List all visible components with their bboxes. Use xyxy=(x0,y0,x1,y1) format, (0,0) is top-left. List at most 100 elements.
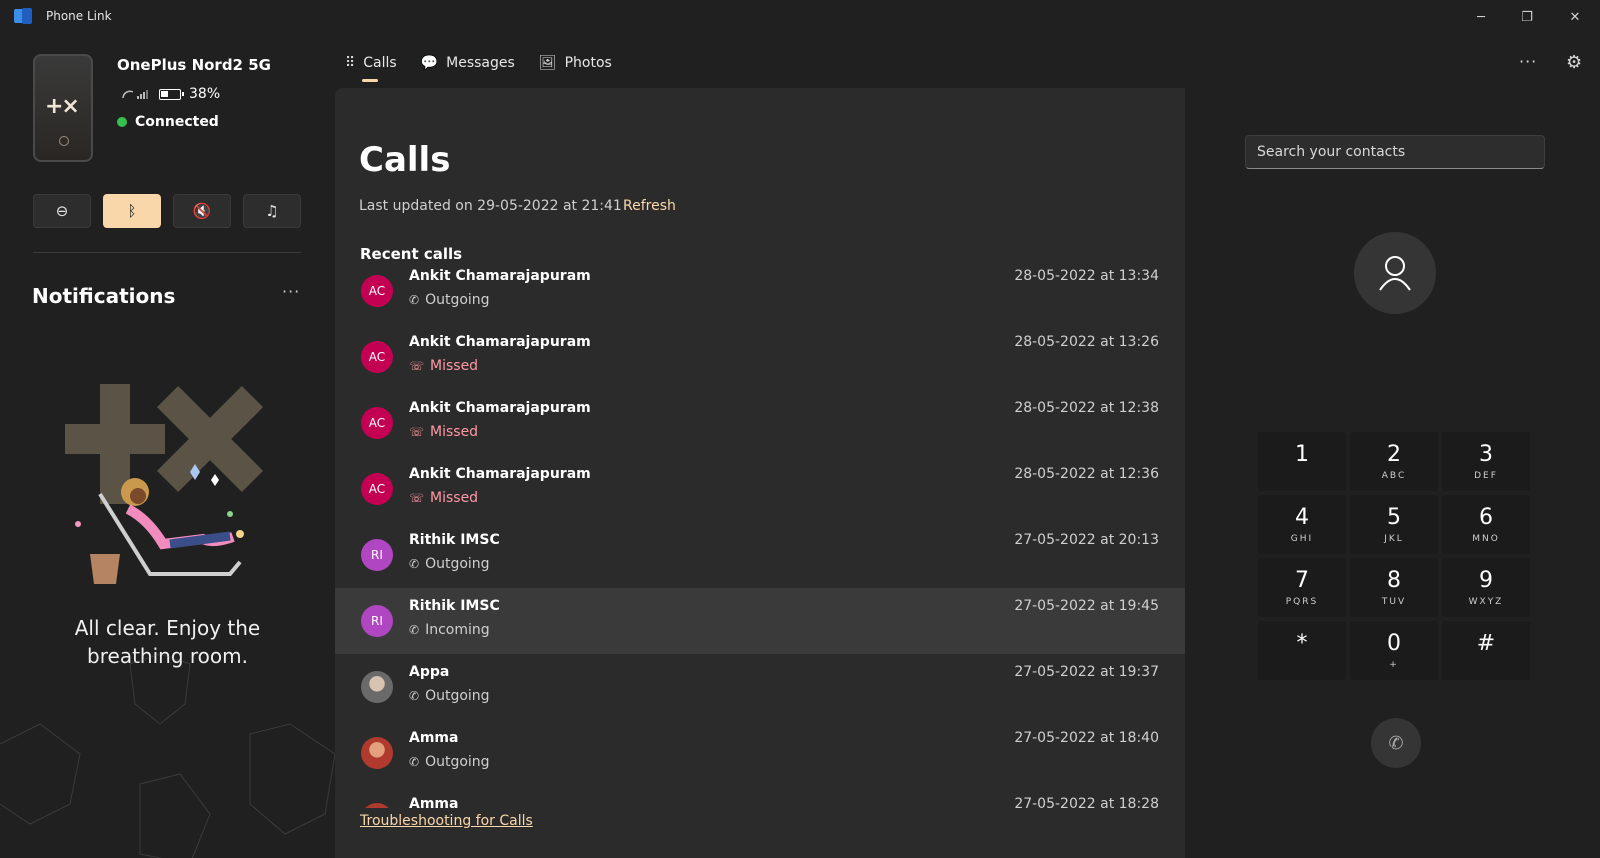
person-icon xyxy=(1379,256,1411,291)
call-contact-name: Ankit Chamarajapuram xyxy=(409,466,591,482)
dial-key[interactable]: 3 DEF xyxy=(1442,432,1530,491)
dial-key-letters: GHI xyxy=(1290,533,1314,544)
photo-icon: 🖼 xyxy=(538,55,557,71)
chat-icon: 💬 xyxy=(420,55,439,71)
call-type-label: Outgoing xyxy=(425,754,490,770)
call-row[interactable]: RI Rithik IMSC ✆ Outgoing 27-05-2022 at 20:1… xyxy=(335,522,1185,588)
do-not-disturb-button[interactable]: ⊖ xyxy=(33,194,91,228)
troubleshooting-link[interactable]: Troubleshooting for Calls xyxy=(360,813,533,829)
dial-key[interactable]: * xyxy=(1258,621,1346,680)
notifications-more-button[interactable]: ··· xyxy=(282,282,300,301)
battery-icon xyxy=(159,88,184,100)
app-title: Phone Link xyxy=(46,9,112,23)
call-contact-name: Rithik IMSC xyxy=(409,598,500,614)
dial-key[interactable]: 6 MNO xyxy=(1442,495,1530,554)
call-row[interactable]: AC Ankit Chamarajapuram ☏ Missed 28-05-2022 … xyxy=(335,456,1185,522)
dial-key[interactable]: 0 + xyxy=(1350,621,1438,680)
outgoing-call-icon: ✆ xyxy=(409,755,420,769)
call-type: ✆ Outgoing xyxy=(409,688,490,704)
call-timestamp: 28-05-2022 at 12:38 xyxy=(1014,400,1159,416)
call-row[interactable]: RI Rithik IMSC ✆ Incoming 27-05-2022 at 19:4… xyxy=(335,588,1185,654)
title-bar: Phone Link ─ ❐ ✕ xyxy=(0,0,1600,34)
tab-photos-label: Photos xyxy=(564,55,612,71)
dialpad-icon: ⠿ xyxy=(345,55,356,71)
minimize-button[interactable]: ─ xyxy=(1458,0,1504,34)
call-type-label: Missed xyxy=(430,424,479,440)
dial-key[interactable]: 1 xyxy=(1258,432,1346,491)
call-contact-name: Ankit Chamarajapuram xyxy=(409,334,591,350)
device-name: OnePlus Nord2 5G xyxy=(117,56,271,74)
recent-calls-title: Recent calls xyxy=(360,245,463,263)
call-row[interactable]: Amma ✆ Outgoing 27-05-2022 at 18:40 xyxy=(335,720,1185,786)
dial-key-digit: 5 xyxy=(1387,504,1401,530)
dial-key[interactable]: 5 JKL xyxy=(1350,495,1438,554)
maximize-button[interactable]: ❐ xyxy=(1504,0,1550,34)
call-row[interactable]: AC Ankit Chamarajapuram ☏ Missed 28-05-2022 … xyxy=(335,324,1185,390)
dial-key-letters: JKL xyxy=(1384,533,1404,544)
call-row[interactable]: Amma✆Outgoing27-05-2022 at 18:28 xyxy=(335,786,1185,808)
avatar xyxy=(361,671,393,703)
avatar xyxy=(361,803,393,808)
dial-key[interactable]: 4 GHI xyxy=(1258,495,1346,554)
call-button[interactable]: ✆ xyxy=(1371,718,1421,768)
connection-status-label: Connected xyxy=(135,114,219,130)
tab-messages-label: Messages xyxy=(446,55,515,71)
call-row[interactable]: Appa ✆ Outgoing 27-05-2022 at 19:37 xyxy=(335,654,1185,720)
music-icon: ♫ xyxy=(265,202,279,220)
call-row[interactable]: AC Ankit Chamarajapuram ☏ Missed 28-05-2022 … xyxy=(335,390,1185,456)
call-type-label: Outgoing xyxy=(425,292,490,308)
outgoing-call-icon: ✆ xyxy=(409,557,420,571)
dial-key-digit: 6 xyxy=(1479,504,1493,530)
call-row[interactable]: AC Ankit Chamarajapuram ✆ Outgoing 28-05-202… xyxy=(335,268,1185,324)
dial-key-digit: 3 xyxy=(1479,441,1493,467)
connected-dot-icon xyxy=(117,117,127,127)
dial-key-letters: MNO xyxy=(1472,533,1500,544)
calls-panel: Calls Last updated on 29-05-2022 at 21:4… xyxy=(335,88,1185,858)
phone-icon: ✆ xyxy=(1388,732,1404,754)
call-type-label: Missed xyxy=(430,358,479,374)
do-not-disturb-icon: ⊖ xyxy=(55,202,69,220)
bluetooth-button[interactable]: ᛒ xyxy=(103,194,161,228)
search-contacts-input[interactable] xyxy=(1245,135,1545,169)
dial-key[interactable]: 7 PQRS xyxy=(1258,558,1346,617)
dial-key-letters: WXYZ xyxy=(1468,596,1504,607)
tab-messages[interactable]: 💬 Messages xyxy=(421,48,515,78)
dial-key[interactable]: 2 ABC xyxy=(1350,432,1438,491)
quick-actions: ⊖ ᛒ 🔇 ♫ xyxy=(33,194,301,228)
tab-calls-label: Calls xyxy=(363,55,397,71)
dial-keypad: 1 2 ABC 3 DEF 4 GHI 5 JKL 6 MNO 7 PQRS 8 TUV 9 WXYZ * 0 + # xyxy=(1258,432,1533,680)
mute-button[interactable]: 🔇 xyxy=(173,194,231,228)
call-contact-name: Amma xyxy=(409,730,459,746)
dial-key-letters: DEF xyxy=(1474,470,1498,481)
dial-key[interactable]: 8 TUV xyxy=(1350,558,1438,617)
missed-call-icon: ☏ xyxy=(409,359,425,373)
contact-avatar xyxy=(1354,232,1436,314)
divider xyxy=(33,252,301,253)
close-button[interactable]: ✕ xyxy=(1552,0,1598,34)
tab-photos[interactable]: 🖼 Photos xyxy=(539,48,612,78)
call-timestamp: 28-05-2022 at 13:26 xyxy=(1014,334,1159,350)
phone-wallpaper-thumbnail[interactable]: +× xyxy=(33,54,93,162)
call-contact-name: Rithik IMSC xyxy=(409,532,500,548)
tab-calls[interactable]: ⠿ Calls xyxy=(345,48,397,82)
dial-key-digit: 0 xyxy=(1387,630,1401,656)
wallpaper-emblem-icon xyxy=(59,136,69,146)
call-type-label: Incoming xyxy=(425,622,490,638)
dial-key[interactable]: # xyxy=(1442,621,1530,680)
more-options-button[interactable]: ··· xyxy=(1519,52,1537,71)
dial-key-digit: 7 xyxy=(1295,567,1309,593)
dial-key-digit: 2 xyxy=(1387,441,1401,467)
settings-icon[interactable]: ⚙ xyxy=(1566,52,1582,73)
last-updated-text: Last updated on 29-05-2022 at 21:41 xyxy=(359,198,622,214)
call-type-label: Outgoing xyxy=(425,688,490,704)
dial-key[interactable]: 9 WXYZ xyxy=(1442,558,1530,617)
call-type: ☏ Missed xyxy=(409,490,478,506)
music-button[interactable]: ♫ xyxy=(243,194,301,228)
recent-calls-list[interactable]: AC Ankit Chamarajapuram ✆ Outgoing 28-05-202… xyxy=(335,268,1185,808)
refresh-link[interactable]: Refresh xyxy=(623,198,676,214)
notifications-title: Notifications xyxy=(32,284,176,308)
call-contact-name: Ankit Chamarajapuram xyxy=(409,400,591,416)
mute-icon: 🔇 xyxy=(192,202,212,220)
call-timestamp: 27-05-2022 at 19:45 xyxy=(1014,598,1159,614)
call-type: ✆ Incoming xyxy=(409,622,490,638)
